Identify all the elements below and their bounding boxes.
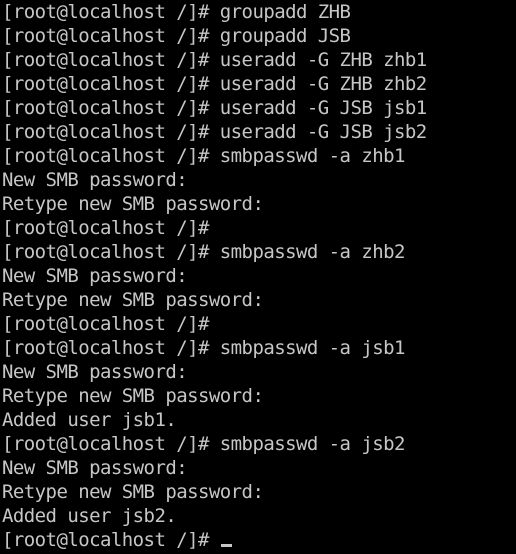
terminal-line-text: [root@localhost /]# useradd -G JSB jsb2: [2, 121, 427, 143]
terminal-line: [root@localhost /]# useradd -G JSB jsb2: [2, 120, 516, 144]
terminal-line-text: New SMB password:: [2, 265, 188, 287]
terminal-line: New SMB password:: [2, 360, 516, 384]
terminal-line-text: [root@localhost /]# useradd -G ZHB zhb2: [2, 73, 427, 95]
terminal-line-text: Retype new SMB password:: [2, 193, 264, 215]
terminal-line: Added user jsb1.: [2, 408, 516, 432]
terminal-line-text: [root@localhost /]# useradd -G JSB jsb1: [2, 97, 427, 119]
terminal-line: New SMB password:: [2, 264, 516, 288]
terminal-line: New SMB password:: [2, 168, 516, 192]
terminal-line-text: [root@localhost /]#: [2, 217, 209, 239]
terminal-line-text: Added user jsb1.: [2, 409, 177, 431]
terminal-screen[interactable]: [root@localhost /]# groupadd ZHB [root@lo…: [2, 0, 516, 554]
terminal-line-text: New SMB password:: [2, 169, 188, 191]
terminal-line: [root@localhost /]# smbpasswd -a zhb2: [2, 240, 516, 264]
underscore-cursor: [220, 544, 232, 547]
terminal-line-text: [root@localhost /]# groupadd ZHB: [2, 1, 351, 23]
terminal-line: [root@localhost /]# groupadd ZHB: [2, 0, 516, 24]
terminal-line: Retype new SMB password:: [2, 480, 516, 504]
terminal-line-text: [root@localhost /]# smbpasswd -a jsb1: [2, 337, 405, 359]
terminal-line: [root@localhost /]# smbpasswd -a jsb1: [2, 336, 516, 360]
terminal-line-text: [root@localhost /]# smbpasswd -a jsb2: [2, 433, 405, 455]
terminal-line: [root@localhost /]# useradd -G ZHB zhb2: [2, 72, 516, 96]
terminal-window[interactable]: [root@localhost /]# groupadd ZHB [root@lo…: [0, 0, 516, 554]
terminal-line-text: [root@localhost /]# smbpasswd -a zhb2: [2, 241, 405, 263]
terminal-line: [root@localhost /]# smbpasswd -a zhb1: [2, 144, 516, 168]
terminal-line: New SMB password:: [2, 456, 516, 480]
terminal-line-text: [root@localhost /]# smbpasswd -a zhb1: [2, 145, 405, 167]
terminal-line-text: New SMB password:: [2, 361, 188, 383]
terminal-line-text: Retype new SMB password:: [2, 481, 264, 503]
terminal-line: Retype new SMB password:: [2, 384, 516, 408]
terminal-line-text: [root@localhost /]# useradd -G ZHB zhb1: [2, 49, 427, 71]
terminal-line-text: [root@localhost /]#: [2, 529, 220, 551]
terminal-line: Retype new SMB password:: [2, 192, 516, 216]
terminal-line: [root@localhost /]# smbpasswd -a jsb2: [2, 432, 516, 456]
terminal-line-text: Retype new SMB password:: [2, 289, 264, 311]
terminal-line: Added user jsb2.: [2, 504, 516, 528]
terminal-line: [root@localhost /]#: [2, 528, 516, 552]
terminal-line-text: [root@localhost /]#: [2, 313, 209, 335]
terminal-line: [root@localhost /]# useradd -G JSB jsb1: [2, 96, 516, 120]
terminal-line-text: Added user jsb2.: [2, 505, 177, 527]
terminal-line: [root@localhost /]#: [2, 312, 516, 336]
terminal-line-text: [root@localhost /]# groupadd JSB: [2, 25, 351, 47]
terminal-line-text: New SMB password:: [2, 457, 188, 479]
terminal-line: Retype new SMB password:: [2, 288, 516, 312]
terminal-line: [root@localhost /]# useradd -G ZHB zhb1: [2, 48, 516, 72]
terminal-line: [root@localhost /]# groupadd JSB: [2, 24, 516, 48]
terminal-line-text: Retype new SMB password:: [2, 385, 264, 407]
terminal-line: [root@localhost /]#: [2, 216, 516, 240]
